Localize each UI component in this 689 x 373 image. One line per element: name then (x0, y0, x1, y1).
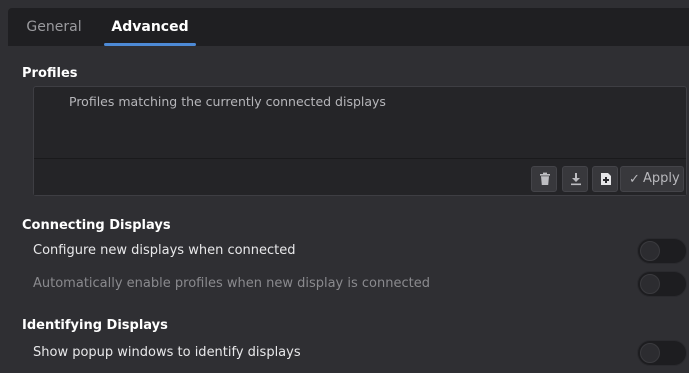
tab-advanced[interactable]: Advanced (102, 8, 198, 46)
show-popup-windows-label: Show popup windows to identify displays (33, 345, 301, 360)
save-profile-button[interactable] (562, 166, 588, 192)
tab-general[interactable]: General (18, 8, 90, 46)
profiles-list[interactable]: Profiles matching the currently connecte… (34, 87, 686, 159)
switch-knob (640, 241, 660, 261)
trash-icon (540, 172, 550, 185)
configure-new-displays-label: Configure new displays when connected (33, 243, 296, 258)
apply-label: Apply (643, 171, 680, 186)
connecting-displays-title: Connecting Displays (22, 218, 171, 233)
profiles-box: Profiles matching the currently connecte… (33, 86, 687, 196)
settings-window: General Advanced Profiles Profiles match… (0, 0, 689, 373)
profiles-list-placeholder: Profiles matching the currently connecte… (69, 94, 386, 109)
new-document-icon (601, 173, 611, 185)
profiles-section-title: Profiles (22, 66, 78, 81)
switch-knob (640, 274, 660, 294)
download-icon (571, 173, 581, 186)
auto-enable-profiles-switch[interactable] (637, 271, 687, 297)
profiles-toolbar: ✓ Apply (34, 159, 686, 195)
new-profile-button[interactable] (592, 166, 618, 192)
check-icon: ✓ (629, 172, 640, 187)
configure-new-displays-switch[interactable] (637, 238, 687, 264)
apply-button[interactable]: ✓ Apply (620, 166, 684, 192)
delete-profile-button[interactable] (531, 166, 557, 192)
identifying-displays-title: Identifying Displays (22, 318, 168, 333)
tab-bar: General Advanced (8, 8, 689, 46)
auto-enable-profiles-label: Automatically enable profiles when new d… (33, 276, 430, 291)
show-popup-windows-switch[interactable] (637, 340, 687, 366)
switch-knob (640, 343, 660, 363)
